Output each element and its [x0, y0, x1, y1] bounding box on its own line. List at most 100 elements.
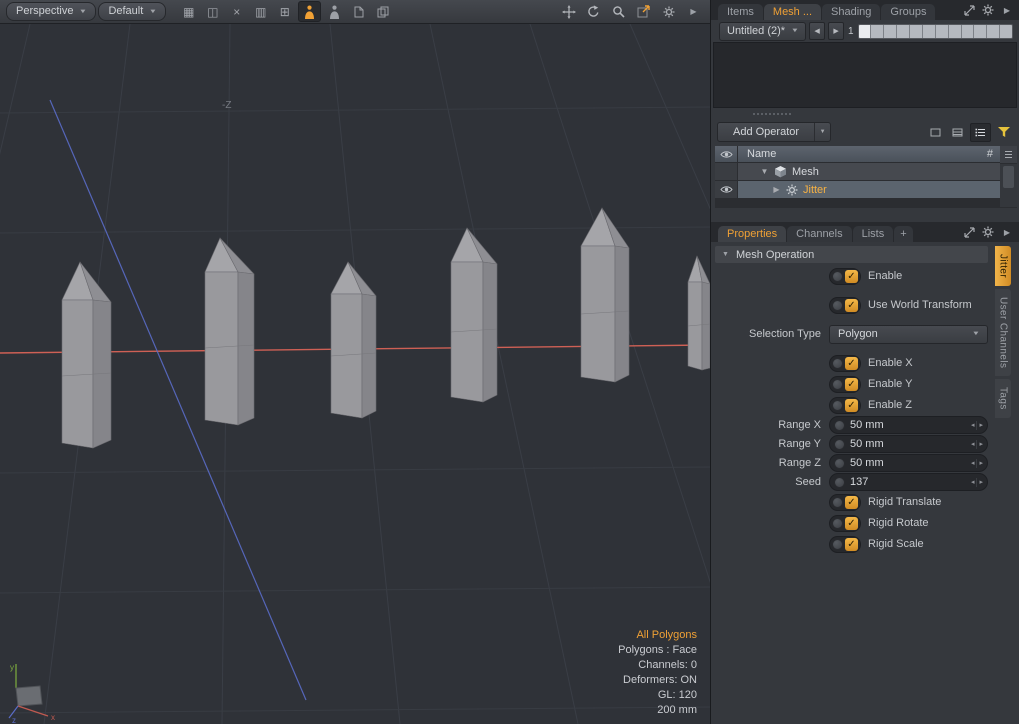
- cross-icon[interactable]: ×: [226, 2, 247, 21]
- obelisk-4[interactable]: [451, 228, 497, 402]
- list-header-body[interactable]: Name #: [738, 146, 1000, 163]
- mini-slider-knob[interactable]: [834, 458, 845, 469]
- scene-3d[interactable]: [0, 24, 710, 724]
- mini-slider-knob[interactable]: [834, 477, 845, 488]
- reset-knob[interactable]: [832, 497, 843, 508]
- panel-resize-handle[interactable]: [711, 108, 1019, 120]
- shading-style-dropdown[interactable]: Default ▼: [98, 2, 166, 21]
- tab-add[interactable]: +: [894, 226, 912, 242]
- selection-type-dropdown[interactable]: Polygon ▼: [829, 325, 988, 344]
- panel-menu-button[interactable]: ▶: [1000, 225, 1014, 239]
- person-outline-mode-icon[interactable]: [324, 2, 345, 21]
- grid-icon[interactable]: ▦: [178, 2, 199, 21]
- tab-channels[interactable]: Channels: [787, 226, 851, 242]
- page-mode-icon[interactable]: [348, 2, 369, 21]
- side-tab-tags[interactable]: Tags: [995, 379, 1011, 418]
- range-x-stepper[interactable]: ◂▸: [971, 421, 983, 430]
- orientation-gizmo[interactable]: y x z: [4, 660, 64, 724]
- tab-properties[interactable]: Properties: [718, 226, 786, 242]
- mini-timeline[interactable]: [858, 24, 1013, 39]
- expand-icon[interactable]: ▶: [772, 185, 781, 194]
- viewport-options-button[interactable]: [658, 2, 679, 21]
- mini-slider-knob[interactable]: [834, 439, 845, 450]
- reset-knob[interactable]: [832, 358, 843, 369]
- item-tree-area[interactable]: [713, 42, 1017, 108]
- hatch-icon[interactable]: ▥: [250, 2, 271, 21]
- range-z-field[interactable]: 50 mm ◂▸: [829, 454, 988, 472]
- rigid-scale-checkbox[interactable]: ✓: [829, 536, 861, 553]
- viewport-canvas[interactable]: -Z y x z All Polygons Polygons : Face Ch…: [0, 24, 710, 724]
- timeline-cell[interactable]: [859, 25, 872, 38]
- popout-button[interactable]: [962, 225, 976, 239]
- mesh-visibility-toggle[interactable]: [715, 163, 738, 181]
- scene-dropdown[interactable]: Untitled (2)* ▼: [719, 22, 806, 41]
- panel-options-button[interactable]: [981, 225, 995, 239]
- range-z-stepper[interactable]: ◂▸: [971, 459, 983, 468]
- list-row-mesh[interactable]: ▼ Mesh: [715, 163, 1000, 181]
- column-config-button[interactable]: [1000, 146, 1017, 164]
- rigid-rotate-checkbox[interactable]: ✓: [829, 515, 861, 532]
- timeline-cell[interactable]: [987, 25, 1000, 38]
- rotate-tool-button[interactable]: [583, 2, 604, 21]
- next-scene-button[interactable]: ▶: [828, 22, 844, 40]
- filter-button[interactable]: [994, 124, 1013, 141]
- reset-knob[interactable]: [832, 271, 843, 282]
- add-operator-button[interactable]: Add Operator ▼: [717, 122, 831, 142]
- prev-scene-button[interactable]: ◀: [809, 22, 825, 40]
- timeline-cell[interactable]: [910, 25, 923, 38]
- timeline-cell[interactable]: [871, 25, 884, 38]
- popout-button[interactable]: [962, 3, 976, 17]
- tab-groups[interactable]: Groups: [881, 4, 935, 20]
- side-tab-jitter[interactable]: Jitter: [995, 246, 1011, 286]
- list-scrollbar[interactable]: [1000, 146, 1017, 208]
- timeline-cell[interactable]: [923, 25, 936, 38]
- seed-stepper[interactable]: ◂▸: [971, 478, 983, 487]
- rigid-translate-checkbox[interactable]: ✓: [829, 494, 861, 511]
- obelisk-2[interactable]: [205, 238, 254, 425]
- mini-slider-knob[interactable]: [834, 420, 845, 431]
- timeline-cell[interactable]: [936, 25, 949, 38]
- slice-icon[interactable]: ⊞: [274, 2, 295, 21]
- view-type-dropdown[interactable]: Perspective ▼: [6, 2, 96, 21]
- enable-x-checkbox[interactable]: ✓: [829, 355, 861, 372]
- timeline-cell[interactable]: [884, 25, 897, 38]
- tab-shading[interactable]: Shading: [822, 4, 880, 20]
- reset-knob[interactable]: [832, 379, 843, 390]
- timeline-cell[interactable]: [974, 25, 987, 38]
- list-row-jitter[interactable]: ▶ Jitter: [715, 181, 1000, 199]
- range-y-field[interactable]: 50 mm ◂▸: [829, 435, 988, 453]
- enable-checkbox[interactable]: ✓: [829, 268, 861, 285]
- viewport-menu-button[interactable]: ▶: [683, 2, 704, 21]
- scrollbar-thumb[interactable]: [1003, 166, 1014, 188]
- obelisk-3[interactable]: [331, 262, 376, 418]
- jitter-visibility-toggle[interactable]: [715, 181, 738, 199]
- thumbnail-view-button[interactable]: [926, 124, 945, 141]
- tab-mesh-ops[interactable]: Mesh ...: [764, 4, 821, 20]
- maximize-viewport-button[interactable]: [633, 2, 654, 21]
- panel-options-button[interactable]: [981, 3, 995, 17]
- tab-items[interactable]: Items: [718, 4, 763, 20]
- section-mesh-operation[interactable]: ▼ Mesh Operation: [715, 246, 988, 263]
- timeline-cell[interactable]: [962, 25, 975, 38]
- range-y-stepper[interactable]: ◂▸: [971, 440, 983, 449]
- panel-menu-button[interactable]: ▶: [1000, 3, 1014, 17]
- detail-view-button[interactable]: [970, 123, 991, 142]
- side-tab-user-channels[interactable]: User Channels: [995, 289, 1011, 376]
- obelisk-1[interactable]: [62, 262, 111, 448]
- reset-knob[interactable]: [832, 518, 843, 529]
- visibility-column-header[interactable]: [715, 146, 738, 163]
- obelisk-5[interactable]: [581, 208, 629, 382]
- obelisk-6-partial[interactable]: [688, 256, 710, 370]
- add-operator-dropdown[interactable]: ▼: [814, 123, 830, 141]
- reset-knob[interactable]: [832, 539, 843, 550]
- move-tool-button[interactable]: [558, 2, 579, 21]
- use-world-transform-checkbox[interactable]: ✓: [829, 297, 861, 314]
- zoom-tool-button[interactable]: [608, 2, 629, 21]
- seed-field[interactable]: 137 ◂▸: [829, 473, 988, 491]
- timeline-cell[interactable]: [897, 25, 910, 38]
- tab-lists[interactable]: Lists: [853, 226, 894, 242]
- person-mode-icon[interactable]: [298, 1, 321, 22]
- pages-mode-icon[interactable]: [372, 2, 393, 21]
- range-x-field[interactable]: 50 mm ◂▸: [829, 416, 988, 434]
- timeline-cell[interactable]: [949, 25, 962, 38]
